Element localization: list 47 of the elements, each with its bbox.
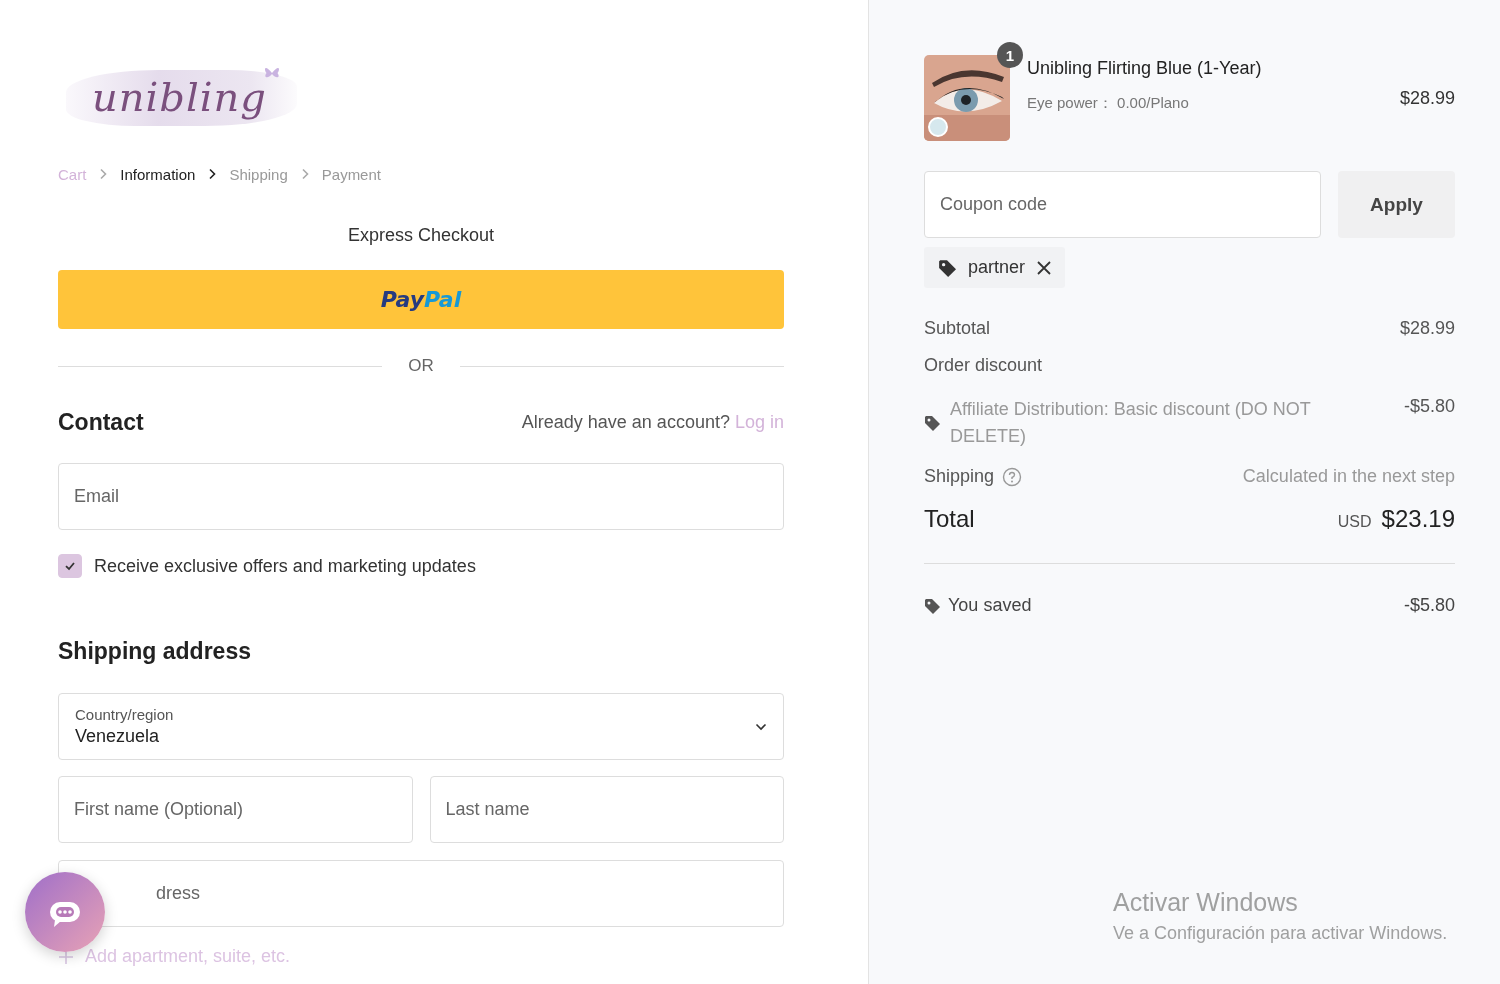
shipping-label: Shipping	[924, 466, 995, 487]
product-variant: Eye power： 0.00/Plano	[1027, 94, 1190, 113]
account-prompt: Already have an account?	[521, 412, 730, 432]
paypal-button[interactable]: PayPal	[58, 270, 784, 329]
caret-icon	[755, 722, 767, 731]
subtotal-label: Subtotal	[924, 318, 991, 339]
apply-button[interactable]: Apply	[1338, 171, 1455, 238]
section-title: Shipping address	[58, 638, 252, 665]
last-name-field[interactable]: Last name	[429, 776, 784, 843]
activation-message: Ve a Configuración para activar Windows.	[1113, 923, 1448, 944]
saved-label: You saved	[948, 595, 1032, 616]
checkbox-label: Receive exclusive offers and marketing updates	[94, 555, 476, 577]
help-icon[interactable]	[1002, 466, 1023, 487]
tag-icon	[924, 415, 940, 431]
breadcrumb-step: Information	[120, 165, 196, 183]
chevron-icon	[300, 168, 309, 180]
coupon-chip: partner	[924, 247, 1066, 288]
product-name: Unibling Flirting Blue (1-Year)	[1027, 58, 1263, 79]
activation-title: Activar Windows	[1113, 888, 1299, 917]
product-price: $28.99	[1399, 88, 1455, 109]
discount-value: -$5.80	[1403, 396, 1455, 417]
checkbox[interactable]	[58, 554, 82, 578]
section-title: Contact	[58, 409, 144, 436]
tag-icon	[938, 258, 956, 277]
divider-label: OR	[408, 356, 434, 376]
coupon-field[interactable]: Coupon code	[924, 171, 1321, 238]
close-icon[interactable]	[1037, 260, 1052, 275]
country-select[interactable]: Country/region Venezuela	[58, 693, 784, 760]
total-label: Total	[924, 505, 975, 533]
currency-code: USD	[1337, 513, 1372, 531]
breadcrumb-step: Payment	[321, 165, 381, 183]
discount-label: Order discount	[924, 355, 1043, 376]
email-field[interactable]: Email	[58, 463, 784, 530]
logo[interactable]: unibling	[66, 70, 297, 126]
quantity-badge: 1	[997, 42, 1023, 68]
chevron-icon	[208, 168, 217, 180]
total-value: $23.19	[1381, 505, 1455, 533]
saved-value: -$5.80	[1403, 595, 1455, 616]
first-name-field[interactable]: First name (Optional)	[58, 776, 413, 843]
section-title: Express Checkout	[346, 225, 496, 246]
chevron-icon	[99, 168, 108, 180]
subtotal-value: $28.99	[1399, 318, 1455, 339]
tag-icon	[924, 597, 940, 614]
breadcrumb-step: Shipping	[229, 165, 288, 183]
shipping-value: Calculated in the next step	[1242, 466, 1455, 487]
discount-name: Affiliate Distribution: Basic discount (DO NOT DELETE)	[950, 398, 1312, 448]
check-icon	[64, 560, 76, 572]
